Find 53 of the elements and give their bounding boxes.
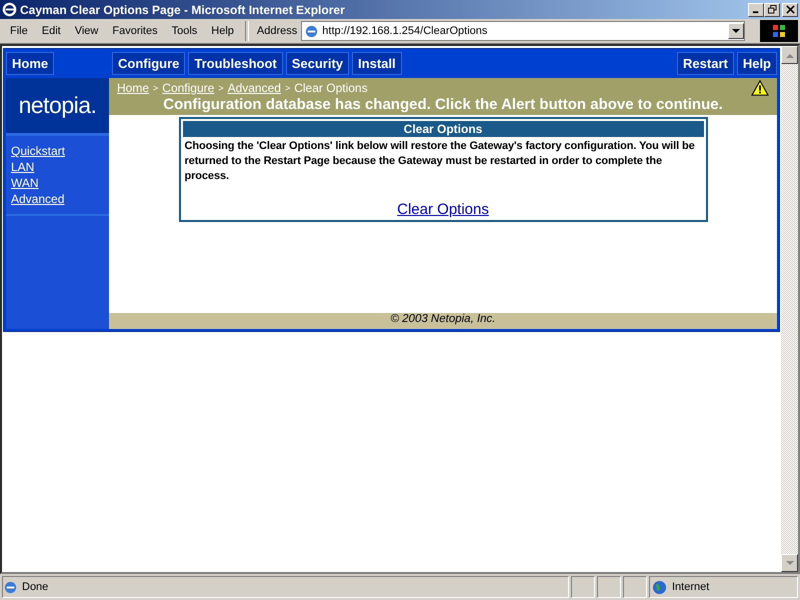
restore-icon bbox=[768, 5, 776, 14]
breadcrumb-separator: > bbox=[218, 83, 224, 93]
up-arrow-icon bbox=[786, 52, 794, 58]
breadcrumb-separator: > bbox=[153, 83, 158, 93]
status-panel bbox=[597, 576, 621, 598]
scroll-down-button[interactable] bbox=[781, 554, 798, 572]
panel-title: Clear Options bbox=[182, 121, 704, 137]
globe-icon bbox=[652, 580, 667, 594]
menu-item[interactable]: Help bbox=[204, 25, 241, 37]
address-field[interactable]: http://192.168.1.254/ClearOptions bbox=[301, 21, 746, 41]
menu-item[interactable]: Tools bbox=[164, 25, 204, 37]
sidebar-link[interactable]: LAN bbox=[11, 159, 34, 175]
sidebar-link[interactable]: WAN bbox=[11, 175, 39, 191]
nav-button[interactable]: Security bbox=[286, 52, 350, 75]
breadcrumb-current: Clear Options bbox=[294, 81, 368, 95]
nav-button[interactable]: Help bbox=[736, 52, 777, 75]
menu-item[interactable]: File bbox=[3, 25, 35, 37]
menu-item[interactable]: Edit bbox=[34, 25, 68, 37]
windows-logo-icon bbox=[760, 20, 798, 42]
nav-button[interactable]: Install bbox=[352, 52, 402, 75]
nav-button[interactable]: Restart bbox=[677, 52, 734, 75]
sidebar-link[interactable]: Advanced bbox=[11, 191, 64, 207]
close-icon bbox=[786, 5, 794, 14]
window-title: Cayman Clear Options Page - Microsoft Internet Explorer bbox=[20, 2, 346, 16]
restore-button[interactable] bbox=[764, 2, 780, 16]
status-panel bbox=[571, 576, 595, 598]
nav-button[interactable]: Configure bbox=[112, 52, 186, 75]
page-icon bbox=[304, 24, 320, 38]
panel-text: Choosing the 'Clear Options' link below will restore the Gateway's factory configuration. You will be returned to the Restart Page because the Gateway must be restarted in order to complete the process. bbox=[184, 139, 696, 184]
menu-item[interactable]: View bbox=[68, 25, 106, 37]
nav-button[interactable]: Troubleshoot bbox=[188, 52, 283, 75]
status-panel bbox=[623, 576, 647, 598]
alert-message: Configuration database has changed. Click the Alert button above to continue. bbox=[162, 96, 724, 113]
vertical-scrollbar[interactable] bbox=[781, 46, 798, 572]
down-arrow-icon bbox=[786, 560, 794, 566]
caret-icon bbox=[732, 28, 740, 34]
page-icon bbox=[3, 580, 18, 594]
browser-icon bbox=[2, 2, 17, 17]
breadcrumb-separator: > bbox=[284, 83, 290, 93]
zone-text: Internet bbox=[672, 581, 710, 593]
sidebar-link[interactable]: Quickstart bbox=[11, 143, 66, 159]
minimize-button[interactable] bbox=[748, 2, 764, 16]
warning-icon[interactable] bbox=[751, 80, 769, 96]
status-text: Done bbox=[22, 581, 48, 593]
menu-item[interactable]: Favorites bbox=[105, 25, 165, 37]
dropdown-button[interactable] bbox=[728, 23, 744, 39]
clear-options-link[interactable]: Clear Options bbox=[397, 201, 489, 218]
nav-button[interactable]: Home bbox=[6, 52, 54, 75]
scroll-up-button[interactable] bbox=[781, 46, 798, 64]
close-button[interactable] bbox=[782, 2, 798, 16]
address-label: Address bbox=[256, 25, 298, 37]
logo: netopia. bbox=[6, 78, 109, 136]
copyright-text: © 2003 Netopia, Inc. bbox=[390, 313, 496, 325]
